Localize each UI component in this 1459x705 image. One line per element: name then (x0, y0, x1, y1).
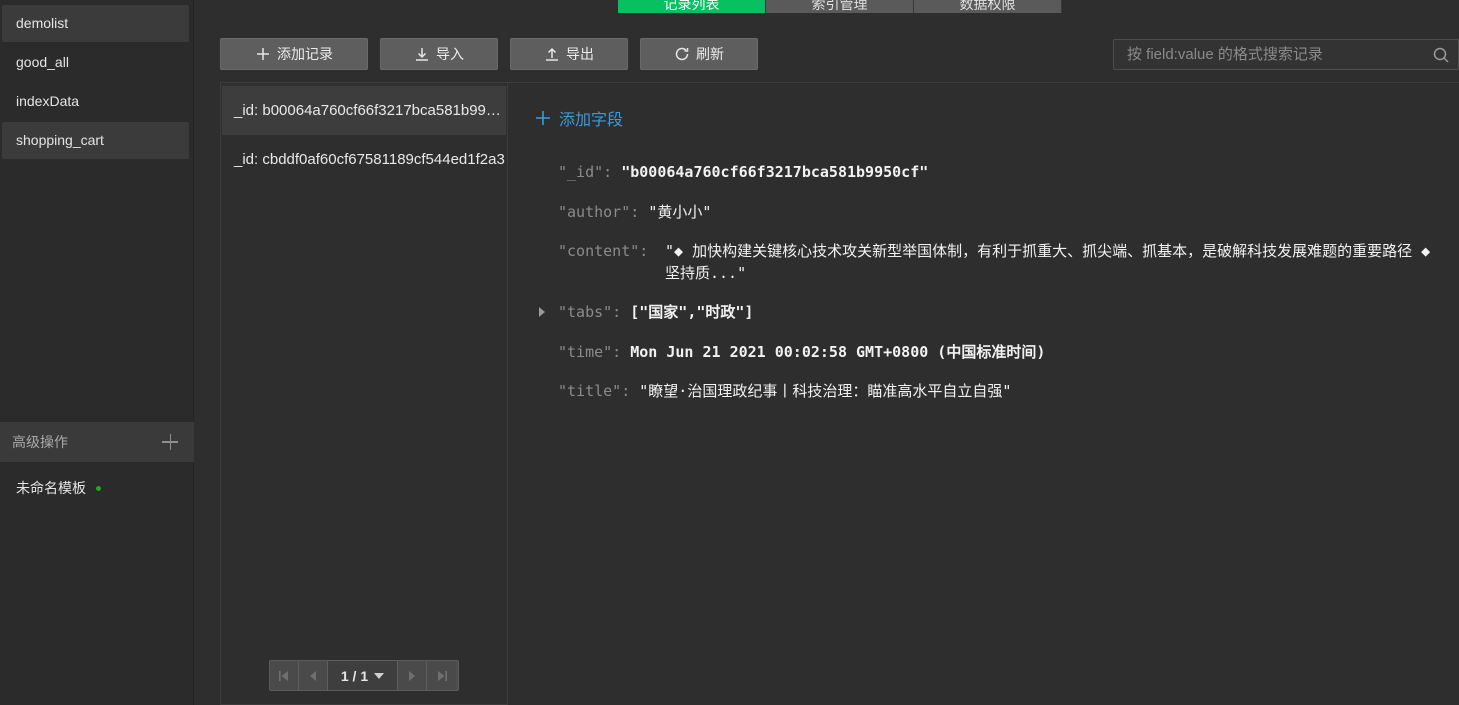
search-box (1113, 39, 1459, 70)
collection-item-shopping-cart[interactable]: shopping_cart (2, 122, 189, 159)
collection-sidebar: demolist good_all indexData shopping_car… (0, 0, 194, 705)
field-value: "黄小小" (648, 203, 712, 221)
field-key: "tabs": (558, 303, 622, 321)
advanced-operations-header: 高级操作 (0, 422, 194, 462)
field-value-content[interactable]: "◆ 加快构建关键核心技术攻关新型举国体制，有利于抓重大、抓尖端、抓基本，是破解… (665, 240, 1435, 284)
plus-icon (536, 111, 550, 125)
collection-item-demolist[interactable]: demolist (2, 5, 189, 42)
field-row-time[interactable]: "time": Mon Jun 21 2021 00:02:58 GMT+080… (558, 341, 1045, 363)
tab-record-list[interactable]: 记录列表 (618, 0, 766, 13)
expand-triangle-icon[interactable] (539, 307, 545, 317)
export-button[interactable]: 导出 (510, 38, 628, 70)
add-template-icon[interactable] (160, 422, 180, 462)
next-page-button[interactable] (398, 661, 427, 690)
chevron-left-icon (310, 670, 316, 681)
field-row-content[interactable]: "content": (558, 240, 648, 262)
tab-index-management[interactable]: 索引管理 (766, 0, 914, 13)
field-row-author[interactable]: "author": "黄小小" (558, 201, 711, 223)
refresh-label: 刷新 (696, 46, 724, 62)
page-selector[interactable]: 1 / 1 (328, 661, 398, 690)
field-row-title[interactable]: "title": "瞭望·治国理政纪事丨科技治理：瞄准高水平自立自强" (558, 380, 1011, 402)
record-list-item[interactable]: _id: cbddf0af60cf67581189cf544ed1f2a3 (222, 135, 506, 184)
page-number-label: 1 / 1 (340, 667, 369, 684)
pagination: 1 / 1 (269, 660, 459, 691)
advanced-operations-title: 高级操作 (12, 434, 68, 450)
download-icon (416, 48, 428, 61)
add-field-button[interactable]: 添加字段 (535, 106, 623, 130)
last-page-button[interactable] (427, 661, 456, 690)
refresh-button[interactable]: 刷新 (640, 38, 758, 70)
export-label: 导出 (566, 46, 594, 62)
field-value: Mon Jun 21 2021 00:02:58 GMT+0800 (中国标准时… (630, 343, 1046, 361)
status-dot-icon (96, 485, 101, 491)
record-list-item[interactable]: _id: b00064a760cf66f3217bca581b9950cf (222, 86, 506, 135)
import-label: 导入 (436, 46, 464, 62)
template-label: 未命名模板 (16, 480, 86, 496)
record-list-panel: _id: b00064a760cf66f3217bca581b9950cf _i… (220, 82, 508, 705)
add-field-label: 添加字段 (559, 112, 624, 129)
top-tabs: 记录列表 索引管理 数据权限 (618, 0, 1062, 13)
field-key: "title": (558, 382, 631, 400)
caret-down-icon (374, 672, 385, 679)
field-key: "time": (558, 343, 622, 361)
first-page-icon (279, 670, 288, 681)
chevron-right-icon (409, 670, 415, 681)
import-button[interactable]: 导入 (380, 38, 498, 70)
collection-item-indexdata[interactable]: indexData (2, 83, 189, 120)
tab-data-permissions[interactable]: 数据权限 (914, 0, 1062, 13)
plus-icon (257, 48, 269, 60)
field-value: "瞭望·治国理政纪事丨科技治理：瞄准高水平自立自强" (639, 382, 1012, 400)
field-key: "author": (558, 203, 640, 221)
add-record-button[interactable]: 添加记录 (220, 38, 368, 70)
field-key: "_id": (558, 163, 613, 181)
field-row-tabs[interactable]: "tabs": ["国家","时政"] (558, 301, 753, 323)
upload-icon (546, 47, 558, 61)
field-value: ["国家","时政"] (630, 303, 754, 321)
field-key: "content": (558, 242, 649, 260)
prev-page-button[interactable] (299, 661, 328, 690)
template-item[interactable]: 未命名模板 (16, 477, 101, 499)
collection-item-good-all[interactable]: good_all (2, 44, 189, 81)
last-page-icon (437, 670, 447, 681)
first-page-button[interactable] (270, 661, 299, 690)
refresh-icon (675, 47, 689, 61)
search-icon[interactable] (1432, 46, 1450, 64)
field-value: "b00064a760cf66f3217bca581b9950cf" (621, 163, 929, 181)
search-input[interactable] (1114, 40, 1424, 69)
add-record-label: 添加记录 (277, 46, 333, 62)
field-row-id[interactable]: "_id": "b00064a760cf66f3217bca581b9950cf… (558, 161, 928, 183)
